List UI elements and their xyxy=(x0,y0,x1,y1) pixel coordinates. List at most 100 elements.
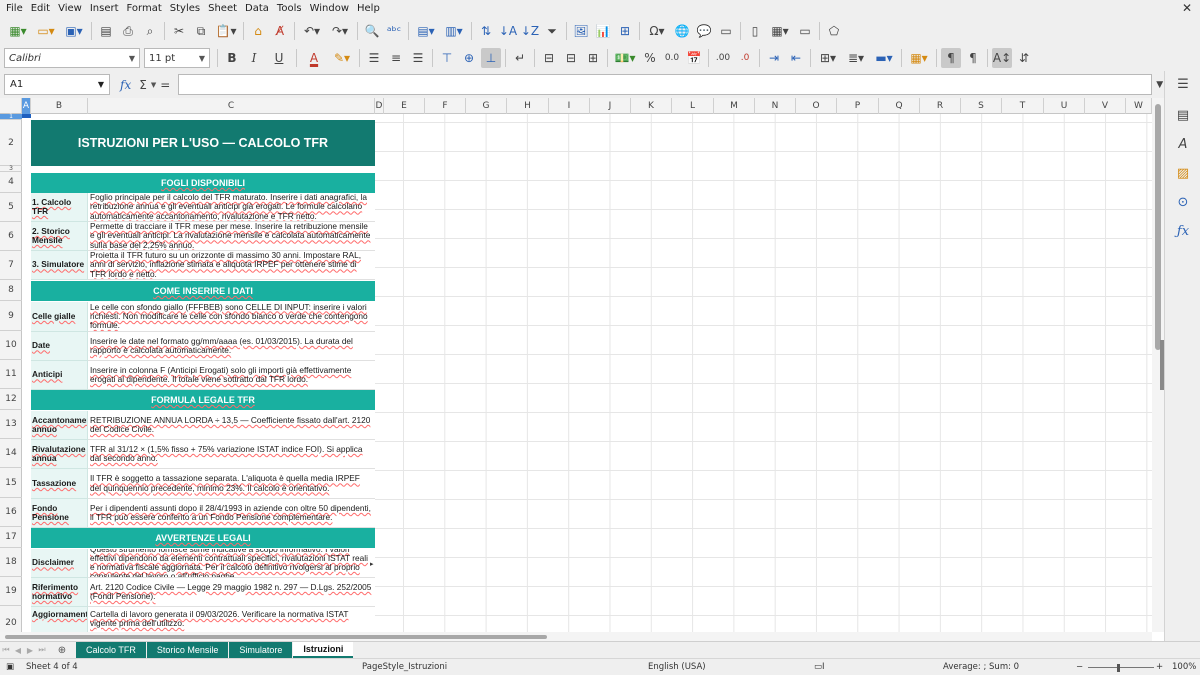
column-header[interactable]: U xyxy=(1044,98,1085,114)
align-top-icon[interactable]: ⊤ xyxy=(437,48,457,68)
conditional-format-icon[interactable]: ▦▾ xyxy=(906,48,932,68)
last-sheet-icon[interactable]: ⏭ xyxy=(36,645,48,655)
copy-icon[interactable]: ⧉ xyxy=(191,21,211,41)
formula-equals-icon[interactable]: = xyxy=(160,78,170,92)
sidebar-menu-icon[interactable]: ☰ xyxy=(1174,75,1192,93)
menu-sheet[interactable]: Sheet xyxy=(206,3,243,14)
font-name-combo[interactable]: Calibri ▼ xyxy=(4,48,140,68)
previous-sheet-icon[interactable]: ◀ xyxy=(12,646,24,655)
align-bottom-icon[interactable]: ⊥ xyxy=(481,48,501,68)
menu-edit[interactable]: Edit xyxy=(29,3,56,14)
underline-button[interactable]: U xyxy=(266,48,292,68)
insert-image-icon[interactable]: 🖼 xyxy=(571,21,591,41)
column-header[interactable]: K xyxy=(631,98,672,114)
cut-icon[interactable]: ✂ xyxy=(169,21,189,41)
column-header[interactable]: S xyxy=(961,98,1002,114)
align-left-icon[interactable]: ☰ xyxy=(364,48,384,68)
left-to-right-icon[interactable]: ¶ xyxy=(941,48,961,68)
merge-center-icon[interactable]: ⊟ xyxy=(539,48,559,68)
border-color-icon[interactable]: ▬▾ xyxy=(871,48,897,68)
wrap-text-icon[interactable]: ↵ xyxy=(510,48,530,68)
merge-cells-icon[interactable]: ⊟ xyxy=(561,48,581,68)
percent-format-button[interactable]: % xyxy=(640,48,660,68)
name-box[interactable]: A1 ▼ xyxy=(4,74,110,95)
menu-file[interactable]: File xyxy=(4,3,29,14)
add-sheet-icon[interactable]: ⊕ xyxy=(54,645,70,656)
zoom-slider-handle[interactable] xyxy=(1117,664,1120,672)
clear-formatting-icon[interactable]: A̸ xyxy=(270,21,290,41)
highlight-color-icon[interactable]: ✎▾ xyxy=(329,48,355,68)
date-format-icon[interactable]: 📅 xyxy=(684,48,704,68)
find-replace-icon[interactable]: 🔍 xyxy=(362,21,382,41)
redo-icon[interactable]: ↷▾ xyxy=(327,21,353,41)
expand-formula-bar-icon[interactable]: ▼ xyxy=(1156,80,1163,90)
styles-icon[interactable]: A xyxy=(1174,135,1192,153)
row-header[interactable]: 6 xyxy=(0,222,22,251)
autofilter-icon[interactable]: ⏷ xyxy=(542,21,562,41)
align-right-icon[interactable]: ☰ xyxy=(408,48,428,68)
column-header[interactable]: J xyxy=(590,98,631,114)
column-header[interactable]: V xyxy=(1085,98,1126,114)
row-header[interactable]: 11 xyxy=(0,360,22,389)
border-style-icon[interactable]: ≣▾ xyxy=(843,48,869,68)
close-document-icon[interactable]: ✕ xyxy=(1182,1,1192,15)
sort-ascending-icon[interactable]: ↓A xyxy=(498,21,518,41)
paste-icon[interactable]: 📋▾ xyxy=(213,21,239,41)
menu-window[interactable]: Window xyxy=(308,3,355,14)
tab-calcolo-tfr[interactable]: Calcolo TFR xyxy=(76,642,146,658)
functions-icon[interactable]: ƒx xyxy=(1174,222,1192,240)
italic-button[interactable]: I xyxy=(244,48,264,68)
column-header[interactable]: R xyxy=(920,98,961,114)
first-sheet-icon[interactable]: ⏮ xyxy=(0,645,12,655)
special-character-icon[interactable]: Ω▾ xyxy=(644,21,670,41)
column-header[interactable]: T xyxy=(1002,98,1044,114)
column-header[interactable]: C xyxy=(88,98,375,114)
row-header[interactable]: 18 xyxy=(0,548,22,577)
decrease-indent-icon[interactable]: ⇤ xyxy=(786,48,806,68)
zoom-level[interactable]: 100% xyxy=(1172,662,1196,672)
open-folder-icon[interactable]: ▭▾ xyxy=(33,21,59,41)
tab-storico-mensile[interactable]: Storico Mensile xyxy=(146,642,229,658)
select-all-corner[interactable] xyxy=(0,98,22,114)
column-header[interactable]: N xyxy=(755,98,796,114)
row-header[interactable]: 17 xyxy=(0,527,22,548)
vertical-scroll-thumb[interactable] xyxy=(1155,104,1161,350)
page-style[interactable]: PageStyle_Istruzioni xyxy=(362,662,447,672)
row-header[interactable]: 16 xyxy=(0,498,22,527)
chevron-down-icon[interactable]: ▼ xyxy=(151,81,156,89)
column-header[interactable]: L xyxy=(672,98,714,114)
spelling-icon[interactable]: ᵃᵇᶜ xyxy=(384,21,404,41)
tab-istruzioni[interactable]: Istruzioni xyxy=(293,642,354,658)
menu-insert[interactable]: Insert xyxy=(88,3,125,14)
column-header[interactable]: G xyxy=(466,98,507,114)
right-to-left-icon[interactable]: ¶ xyxy=(963,48,983,68)
bold-button[interactable]: B xyxy=(222,48,242,68)
column-header[interactable]: M xyxy=(714,98,755,114)
clone-formatting-icon[interactable]: ⌂ xyxy=(248,21,268,41)
row-header[interactable]: 4 xyxy=(0,172,22,193)
language-indicator[interactable]: English (USA) xyxy=(648,662,706,672)
column-header[interactable]: H xyxy=(507,98,549,114)
show-draw-functions-icon[interactable]: ⬠ xyxy=(824,21,844,41)
hyperlink-icon[interactable]: 🌐 xyxy=(672,21,692,41)
sort-descending-icon[interactable]: ↓Z xyxy=(520,21,540,41)
increase-indent-icon[interactable]: ⇥ xyxy=(764,48,784,68)
delete-decimal-button[interactable]: .0 xyxy=(735,48,755,68)
text-orientation-icon[interactable]: A↕ xyxy=(992,48,1012,68)
row-header[interactable]: 13 xyxy=(0,410,22,439)
next-sheet-icon[interactable]: ▶ xyxy=(24,646,36,655)
number-format-button[interactable]: 0.0 xyxy=(662,48,682,68)
column-icon[interactable]: ▥▾ xyxy=(441,21,467,41)
row-header[interactable]: 14 xyxy=(0,439,22,468)
font-size-combo[interactable]: 11 pt ▼ xyxy=(144,48,210,68)
spreadsheet-grid[interactable]: A B C D E F G H I J K L M N O P Q R S T … xyxy=(0,98,1164,640)
row-icon[interactable]: ▤▾ xyxy=(413,21,439,41)
row-header[interactable]: 8 xyxy=(0,280,22,301)
menu-format[interactable]: Format xyxy=(125,3,168,14)
save-icon[interactable]: ▣▾ xyxy=(61,21,87,41)
column-header[interactable]: D xyxy=(375,98,384,114)
new-document-icon[interactable]: ▦▾ xyxy=(5,21,31,41)
font-color-button[interactable]: A xyxy=(301,48,327,68)
row-header[interactable]: 12 xyxy=(0,389,22,410)
split-window-icon[interactable]: ▭ xyxy=(795,21,815,41)
